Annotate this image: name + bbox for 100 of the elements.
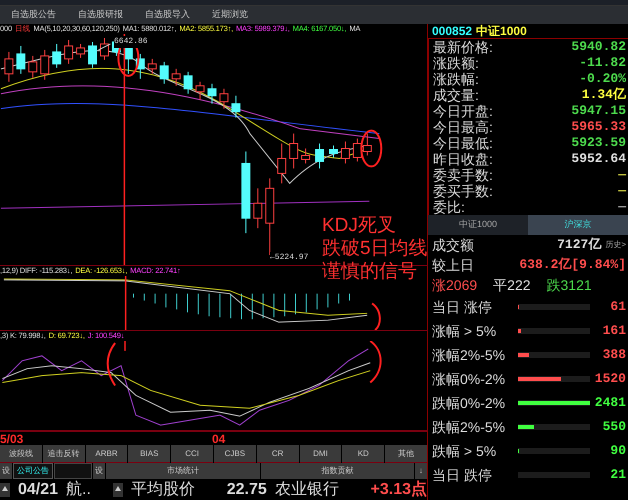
candle <box>277 143 286 184</box>
quote-value: -0.20% <box>579 71 626 87</box>
announcement-tab[interactable]: 公司公告 <box>13 463 53 479</box>
settings-button[interactable]: 设 <box>93 463 105 479</box>
annotation-text: KDJ死叉 跌破5日均线 谨慎的信号 <box>322 214 428 283</box>
marker-line <box>124 341 126 351</box>
quote-label: 昨日收盘: <box>433 151 493 167</box>
menu-button[interactable]: ↓ <box>415 463 427 479</box>
stat-label: 平均股价 <box>130 480 195 500</box>
quote-value: 5965.33 <box>571 119 626 135</box>
date-label: 5/03 <box>0 432 24 446</box>
quote-value: — <box>618 167 626 183</box>
candle <box>4 51 14 82</box>
input-field[interactable] <box>54 463 92 479</box>
leader-line <box>98 43 111 50</box>
index-name: 中证1000 <box>476 24 527 38</box>
range-count: 21 <box>610 466 626 484</box>
indicator-tab[interactable]: ARBR <box>86 445 128 463</box>
indicator-tab[interactable]: KD <box>342 445 384 463</box>
stat-value: 22.75 <box>226 480 267 500</box>
candle <box>329 145 338 158</box>
date-label: 04 <box>212 432 226 446</box>
quote-value: 5923.59 <box>571 135 626 151</box>
indicator-tab[interactable]: 其他 <box>385 445 427 463</box>
quote-label: 最新价格: <box>433 39 493 55</box>
candle <box>253 188 262 229</box>
candle <box>208 83 216 104</box>
quote-value: 5947.15 <box>571 103 626 119</box>
candle <box>148 58 157 74</box>
toolbar-item[interactable]: 自选股导入 <box>134 8 201 22</box>
range-label: 涨幅2%-5% <box>432 346 506 365</box>
candle <box>64 39 74 64</box>
quote-label: 委比: <box>433 199 465 215</box>
quote-value: 5952.64 <box>571 151 626 167</box>
range-label: 涨幅0%-2% <box>432 370 506 389</box>
bracket-mark <box>371 302 381 331</box>
toolbar-item[interactable]: 自选股公告 <box>0 8 67 22</box>
marker-line <box>124 276 126 330</box>
candle <box>340 141 350 164</box>
news-date: 04/21 <box>18 480 58 500</box>
range-count: 388 <box>602 346 626 364</box>
candle <box>362 133 372 156</box>
stock-name: 农业银行 <box>274 480 339 500</box>
history-link[interactable]: 历史> <box>605 235 626 255</box>
quote-value: 5940.82 <box>571 39 626 55</box>
indicator-tab[interactable]: CCI <box>171 445 213 463</box>
candle <box>160 61 169 84</box>
indicator-tab[interactable]: 追击反转 <box>42 445 85 463</box>
bracket-mark <box>370 341 382 384</box>
candle <box>40 49 50 80</box>
quote-label: 涨跌幅: <box>433 71 479 87</box>
candle <box>100 37 109 60</box>
breadth-count: 平222 <box>493 276 531 295</box>
contribution-value: +3.13点 <box>370 480 427 500</box>
quote-label: 委买手数: <box>433 183 493 199</box>
quote-value: -11.82 <box>579 55 626 71</box>
quote-label: 今日开盘: <box>433 103 493 119</box>
range-label: 当日 涨停 <box>432 298 493 317</box>
turnover-value: 7127亿 <box>557 236 602 254</box>
turnover-label: 成交额 <box>432 236 474 255</box>
quote-label: 今日最高: <box>433 119 493 135</box>
candle <box>28 55 38 78</box>
quote-label: 涨跌额: <box>433 55 479 71</box>
indicator-tab[interactable]: CR <box>256 445 299 463</box>
range-count: 61 <box>610 298 626 316</box>
indicator-tab[interactable]: 波段线 <box>0 445 42 463</box>
bar-track <box>518 472 590 478</box>
indicator-tab[interactable]: CJBS <box>214 445 256 463</box>
candle <box>219 88 228 110</box>
range-count: 2481 <box>594 394 626 412</box>
price-label: 6642.86 <box>114 36 148 48</box>
change-label: 较上日 <box>432 256 474 275</box>
indicator-tab[interactable]: DMI <box>300 445 342 463</box>
toolbar-item[interactable]: 近期浏览 <box>201 8 259 22</box>
quote-value: — <box>618 183 626 199</box>
quote-value: — <box>618 199 626 215</box>
candle <box>231 95 240 118</box>
toolbar-item[interactable]: 自选股研报 <box>67 8 134 22</box>
candle <box>16 45 26 74</box>
candle <box>136 53 145 80</box>
panel-tab[interactable]: 指数贡献 <box>260 463 414 479</box>
breadth-count: 涨2069 <box>432 276 478 295</box>
range-label: 跌幅 > 5% <box>432 442 498 461</box>
range-count: 1520 <box>594 370 626 388</box>
panel-tab[interactable]: 市场统计 <box>106 463 260 479</box>
indicator-tab[interactable]: BIAS <box>128 445 170 463</box>
settings-button[interactable]: 设 <box>0 463 12 479</box>
circle-mark <box>360 130 382 168</box>
news-title[interactable]: 航.. <box>66 479 91 500</box>
candle <box>289 133 298 169</box>
range-count: 90 <box>610 442 626 460</box>
index-code: 000852 <box>432 24 472 38</box>
candle <box>52 43 62 68</box>
candle <box>184 71 193 94</box>
quote-value: 1.34亿 <box>582 87 626 103</box>
candle <box>196 81 205 100</box>
market-tab[interactable]: 中证1000 <box>428 215 528 235</box>
range-count: 550 <box>602 418 626 436</box>
market-tab[interactable]: 沪深京 <box>528 215 628 235</box>
candle <box>301 148 310 164</box>
